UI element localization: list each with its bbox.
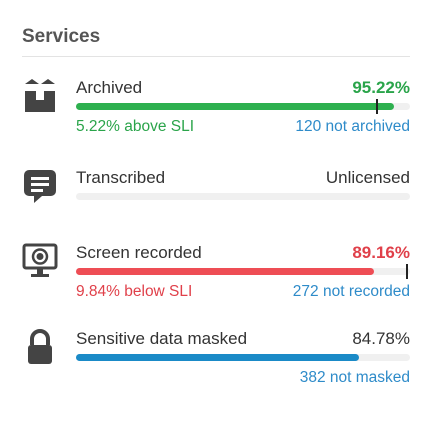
service-progress-track [76,354,410,361]
sli-delta-text: 9.84% below SLI [76,283,193,300]
service-label: Archived [76,78,143,97]
service-label: Transcribed [76,168,166,187]
service-progress-track [76,193,410,200]
panel-title: Services [22,26,101,47]
archive-box-icon [22,78,58,114]
transcript-bubble-icon [22,168,58,204]
service-label: Sensitive data masked [76,329,248,348]
service-value: 89.16% [352,243,410,262]
services-panel: Services Archived 95.22% 5.22% above SLI… [0,0,432,422]
service-value: 84.78% [352,329,410,348]
service-progress-track [76,99,410,114]
title-divider [22,56,410,57]
service-row-archived: Archived 95.22% 5.22% above SLI 120 not … [0,78,432,154]
service-progress-track [76,264,410,279]
service-row-transcribed: Transcribed Unlicensed [0,168,432,244]
not-masked-link[interactable]: 382 not masked [300,369,410,387]
service-label: Screen recorded [76,243,202,262]
not-recorded-link[interactable]: 272 not recorded [293,283,410,301]
sli-target-marker [375,99,378,114]
sli-delta-text: 5.22% above SLI [76,118,195,135]
service-progress-fill [76,268,374,275]
sli-target-marker [405,264,408,279]
lock-icon [22,329,58,365]
not-archived-link[interactable]: 120 not archived [295,118,410,136]
service-row-sensitive-data-masked: Sensitive data masked 84.78% 382 not mas… [0,329,432,405]
service-row-screen-recorded: Screen recorded 89.16% 9.84% below SLI 2… [0,243,432,319]
screen-record-icon [22,243,58,279]
service-value: Unlicensed [325,168,410,187]
service-value: 95.22% [352,78,410,97]
service-progress-fill [76,103,395,110]
service-progress-fill [76,354,360,361]
